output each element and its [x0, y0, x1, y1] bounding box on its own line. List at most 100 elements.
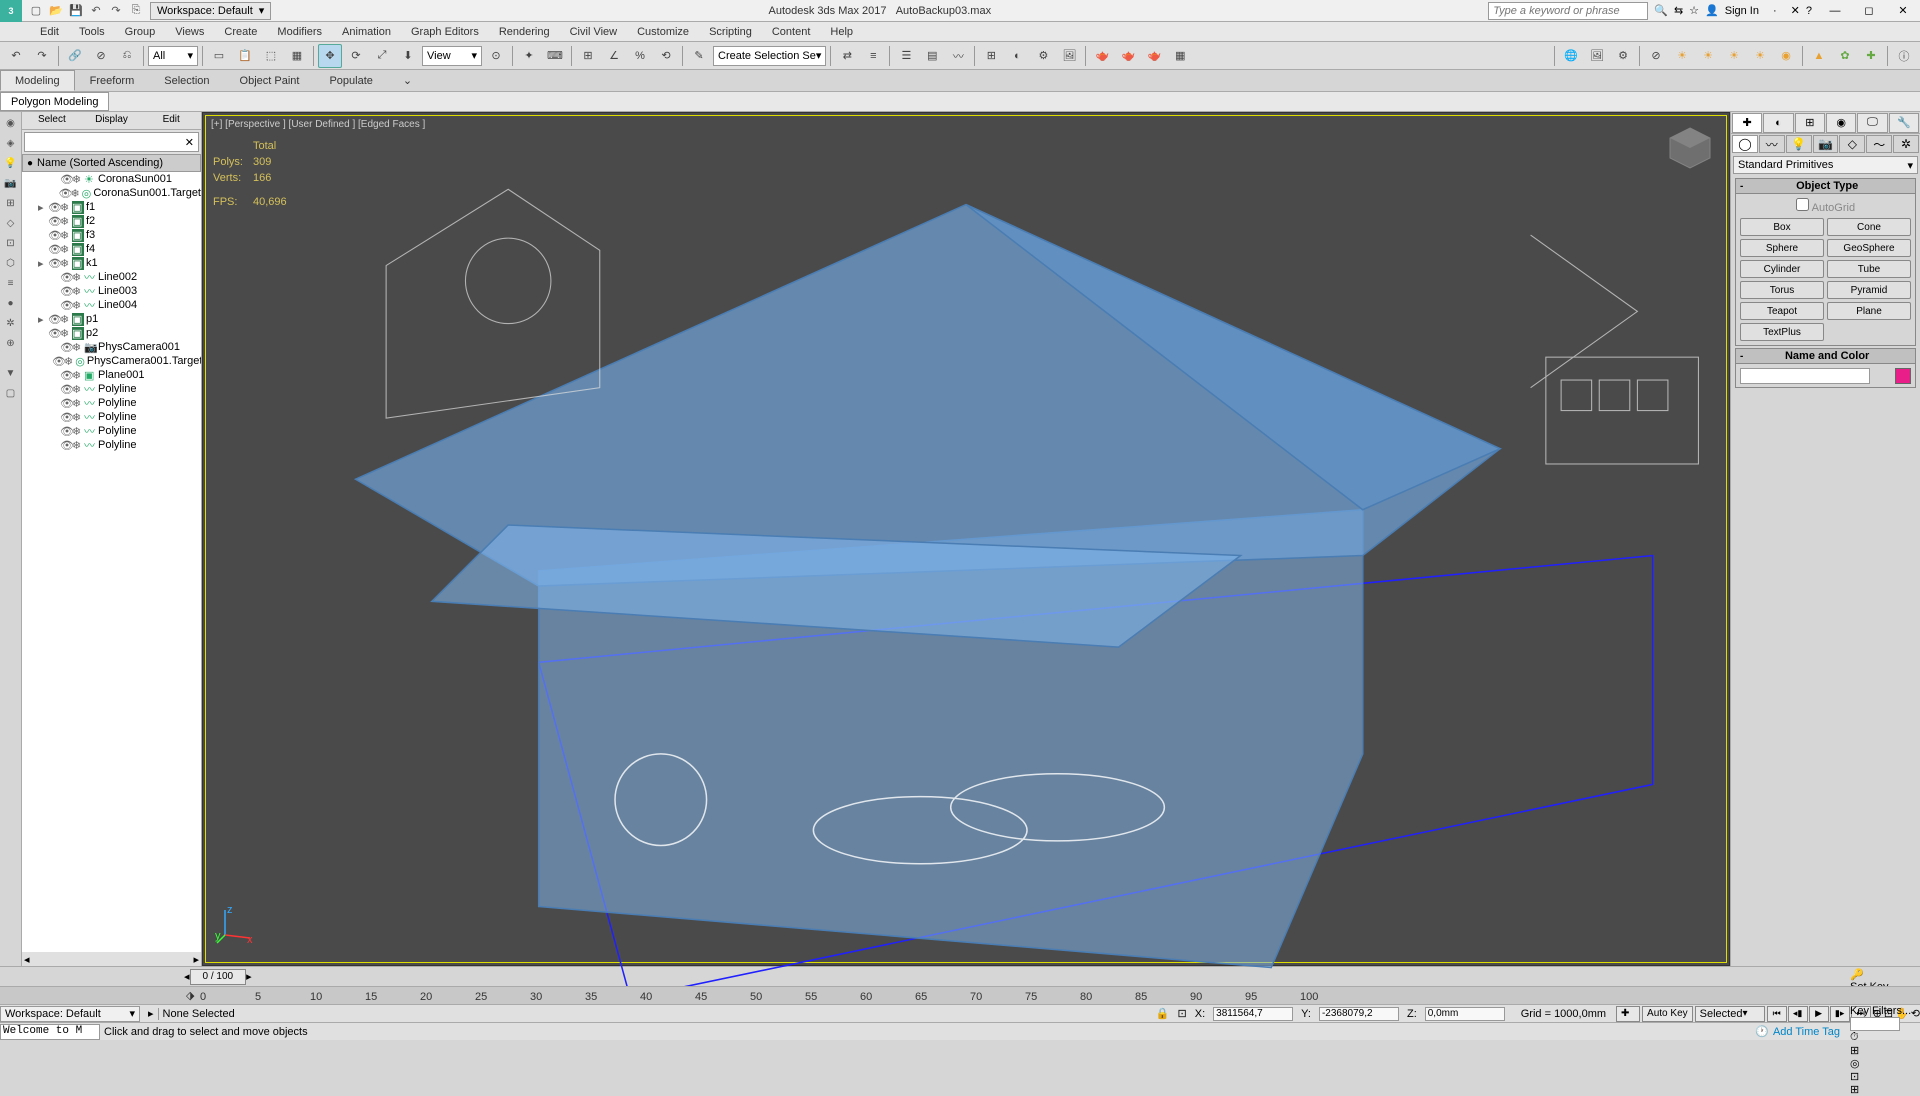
clear-icon[interactable]: ✕	[185, 136, 194, 149]
scene-node[interactable]: ▸👁❄▣f1	[22, 200, 201, 214]
move-button[interactable]: ✥	[318, 44, 342, 68]
menu-help[interactable]: Help	[820, 22, 863, 41]
scene-node[interactable]: ▸👁❄▣p1	[22, 312, 201, 326]
render-setup-button[interactable]: ⚙	[1031, 44, 1055, 68]
unlink-button[interactable]: ⊘	[89, 44, 113, 68]
rect-region-button[interactable]: ⬚	[259, 44, 283, 68]
viewport[interactable]: [+] [Perspective ] [User Defined ] [Edge…	[202, 112, 1730, 966]
cat-geometry-button[interactable]: ◯	[1732, 135, 1758, 153]
scene-node[interactable]: 👁❄☀CoronaSun001	[22, 172, 201, 186]
ribbon-collapse-button[interactable]: ⌄	[388, 70, 427, 91]
select-name-button[interactable]: 📋	[233, 44, 257, 68]
render-button[interactable]: 🫖	[1090, 44, 1114, 68]
maximize-button[interactable]: ◻	[1852, 0, 1886, 22]
cat-helpers-button[interactable]: ◇	[1839, 135, 1865, 153]
prev-frame-button[interactable]: ◂▮	[1788, 1006, 1808, 1022]
link-icon[interactable]: ⎘	[128, 3, 144, 19]
cat-spacewarps-button[interactable]: 〜	[1866, 135, 1892, 153]
keyfilters-button[interactable]: Key Filters...	[1850, 1005, 1920, 1017]
scene-node[interactable]: 👁❄◎CoronaSun001.Target	[22, 186, 201, 200]
close-button[interactable]: ✕	[1886, 0, 1920, 22]
user-icon[interactable]: 👤	[1705, 4, 1719, 17]
corona-sun5-icon[interactable]: ◉	[1774, 44, 1798, 68]
cat-cameras-button[interactable]: 📷	[1813, 135, 1839, 153]
schematic-button[interactable]: ⊞	[979, 44, 1003, 68]
se-tool-11[interactable]: ✲	[2, 314, 20, 332]
corona-info-icon[interactable]: ⓘ	[1892, 44, 1916, 68]
favorite-icon[interactable]: ☆	[1689, 4, 1699, 17]
color-swatch[interactable]	[1895, 368, 1911, 384]
align-button[interactable]: ≡	[861, 44, 885, 68]
scene-node[interactable]: ▸👁❄▣k1	[22, 256, 201, 270]
open-icon[interactable]: 📂	[48, 3, 64, 19]
ribbon-tab-freeform[interactable]: Freeform	[75, 70, 150, 91]
menu-create[interactable]: Create	[214, 22, 267, 41]
se-tool-2[interactable]: ◈	[2, 134, 20, 152]
link-button[interactable]: 🔗	[63, 44, 87, 68]
display-tab-button[interactable]: 🖵	[1857, 113, 1887, 133]
workspace-dropdown[interactable]: Workspace: Default ▾	[150, 2, 271, 20]
manip-button[interactable]: ✦	[517, 44, 541, 68]
primitive-pyramid[interactable]: Pyramid	[1827, 281, 1911, 299]
corona-gear2-icon[interactable]: ✿	[1833, 44, 1857, 68]
se-tool-6[interactable]: ◇	[2, 214, 20, 232]
keyboard-button[interactable]: ⌨	[543, 44, 567, 68]
signin-link[interactable]: Sign In	[1725, 5, 1759, 17]
scene-node[interactable]: 👁❄〰Polyline	[22, 438, 201, 452]
modify-tab-button[interactable]: ◐	[1763, 113, 1793, 133]
primitive-cone[interactable]: Cone	[1827, 218, 1911, 236]
time-tag-icon[interactable]: 🕐	[1755, 1025, 1769, 1038]
se-filter-input[interactable]: ✕	[24, 132, 199, 152]
angle-snap-button[interactable]: ∠	[602, 44, 626, 68]
time-config-button[interactable]: ⏱	[1850, 1031, 1920, 1044]
play-button[interactable]: ▶	[1809, 1006, 1829, 1022]
goto-start-button[interactable]: ⏮	[1767, 1006, 1787, 1022]
menu-customize[interactable]: Customize	[627, 22, 699, 41]
autogrid-checkbox[interactable]	[1796, 198, 1809, 211]
create-tab-button[interactable]: ✚	[1732, 113, 1762, 133]
rotate-button[interactable]: ⟳	[344, 44, 368, 68]
object-name-input[interactable]	[1740, 368, 1870, 384]
menu-scripting[interactable]: Scripting	[699, 22, 762, 41]
render-frame-button[interactable]: 🖼	[1057, 44, 1081, 68]
menu-civil-view[interactable]: Civil View	[560, 22, 627, 41]
utilities-tab-button[interactable]: 🔧	[1889, 113, 1919, 133]
scene-node[interactable]: 👁❄📷PhysCamera001	[22, 340, 201, 354]
render2-button[interactable]: 🫖	[1116, 44, 1140, 68]
exchange-icon[interactable]: ⇆	[1674, 4, 1683, 17]
se-column-header[interactable]: ● Name (Sorted Ascending)	[22, 154, 201, 172]
close-x-icon[interactable]: ✕	[1791, 4, 1800, 17]
scene-node[interactable]: 👁❄〰Polyline	[22, 410, 201, 424]
corona-img-icon[interactable]: 🖼	[1585, 44, 1609, 68]
scene-node[interactable]: 👁❄〰Polyline	[22, 396, 201, 410]
percent-snap-button[interactable]: %	[628, 44, 652, 68]
se-tool-12[interactable]: ⊕	[2, 334, 20, 352]
menu-content[interactable]: Content	[762, 22, 821, 41]
pivot-button[interactable]: ⊙	[484, 44, 508, 68]
corona-stop-icon[interactable]: ⊘	[1644, 44, 1668, 68]
primitive-box[interactable]: Box	[1740, 218, 1824, 236]
se-tool-7[interactable]: ⊡	[2, 234, 20, 252]
redo-button[interactable]: ↷	[30, 44, 54, 68]
named-selset-dropdown[interactable]: Create Selection Se▾	[713, 46, 826, 66]
primitive-plane[interactable]: Plane	[1827, 302, 1911, 320]
primitive-textplus[interactable]: TextPlus	[1740, 323, 1824, 341]
undo-icon[interactable]: ↶	[88, 3, 104, 19]
menu-tools[interactable]: Tools	[69, 22, 115, 41]
placement-button[interactable]: ⬇	[396, 44, 420, 68]
corona-warn-icon[interactable]: ▲	[1807, 44, 1831, 68]
undo-button[interactable]: ↶	[4, 44, 28, 68]
se-tool-9[interactable]: ≡	[2, 274, 20, 292]
nav-8-button[interactable]: ⊞	[1850, 1083, 1920, 1096]
selection-filter-dropdown[interactable]: All▾	[148, 46, 198, 66]
corona-sun1-icon[interactable]: ☀	[1670, 44, 1694, 68]
mirror-button[interactable]: ⇄	[835, 44, 859, 68]
ref-coord-dropdown[interactable]: View▾	[422, 46, 482, 66]
corona-globe-icon[interactable]: 🌐	[1559, 44, 1583, 68]
snap-button[interactable]: ⊞	[576, 44, 600, 68]
spinner-snap-button[interactable]: ⟲	[654, 44, 678, 68]
se-tool-13[interactable]: ▼	[2, 364, 20, 382]
scene-node[interactable]: 👁❄〰Line004	[22, 298, 201, 312]
ribbon-tab-selection[interactable]: Selection	[149, 70, 224, 91]
scene-node[interactable]: 👁❄▣f3	[22, 228, 201, 242]
